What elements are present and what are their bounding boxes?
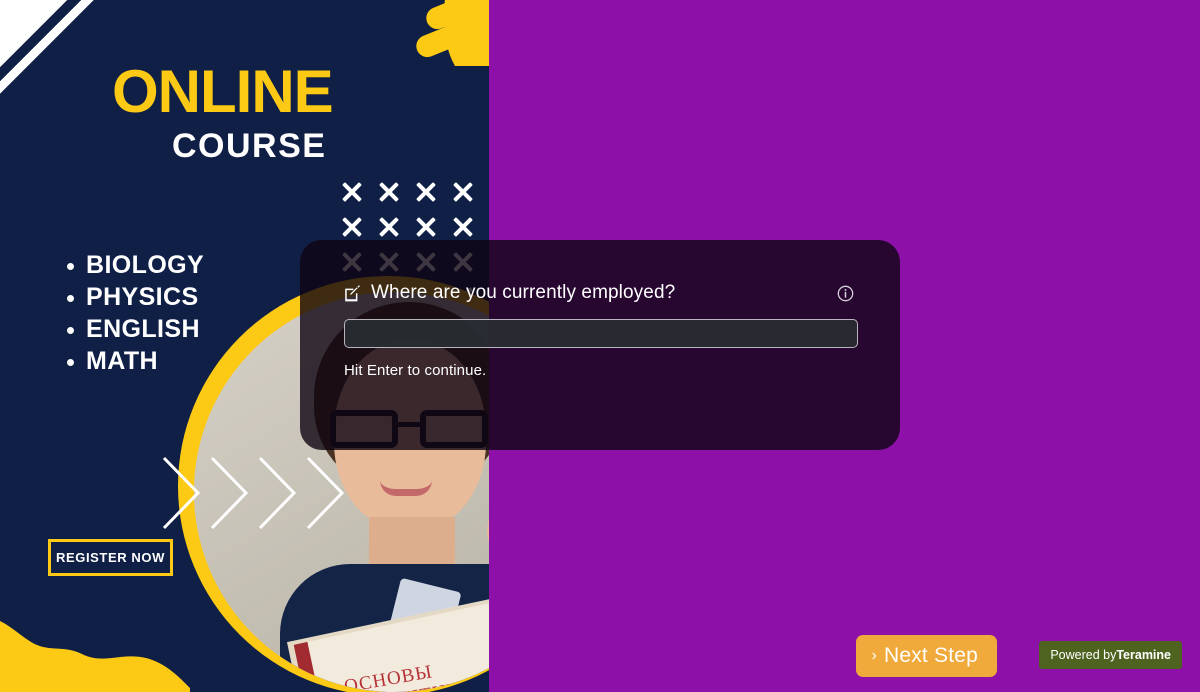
chevron-arrows-decoration xyxy=(162,456,345,530)
hint-text: Hit Enter to continue. xyxy=(344,362,487,379)
subject-list: BIOLOGY PHYSICS ENGLISH MATH xyxy=(64,252,204,380)
question-modal: Where are you currently employed? Hit En… xyxy=(300,240,900,450)
poster-title-online: ONLINE xyxy=(112,58,334,125)
powered-by-brand: Teramine xyxy=(1116,648,1171,662)
yellow-wave-decoration xyxy=(0,621,190,692)
poster-title-course: COURSE xyxy=(172,127,327,165)
next-step-button[interactable]: › Next Step xyxy=(856,635,997,677)
x-mark-icon xyxy=(340,215,362,237)
x-mark-icon xyxy=(451,180,473,202)
x-mark-icon xyxy=(340,180,362,202)
x-mark-icon xyxy=(414,180,436,202)
question-header: Where are you currently employed? xyxy=(344,282,856,304)
answer-input[interactable] xyxy=(344,319,858,348)
x-mark-icon xyxy=(377,215,399,237)
list-item: MATH xyxy=(64,348,204,375)
x-mark-icon xyxy=(451,215,473,237)
chevron-right-icon: › xyxy=(871,647,877,664)
next-step-label: Next Step xyxy=(883,644,978,667)
register-now-button[interactable]: REGISTER NOW xyxy=(48,539,173,576)
list-item: ENGLISH xyxy=(64,316,204,343)
x-mark-icon xyxy=(377,180,399,202)
powered-by-prefix: Powered by xyxy=(1050,648,1117,662)
powered-by-badge[interactable]: Powered by Teramine xyxy=(1039,641,1182,669)
list-item: PHYSICS xyxy=(64,284,204,311)
list-item: BIOLOGY xyxy=(64,252,204,279)
pointing-hand-icon xyxy=(416,0,489,66)
register-now-label: REGISTER NOW xyxy=(55,550,166,565)
info-circle-icon[interactable] xyxy=(837,285,854,302)
photo-smile xyxy=(380,480,432,496)
x-mark-icon xyxy=(414,215,436,237)
app-stage: ONLINE COURSE BIOLOGY PHYSICS ENGLISH MA… xyxy=(0,0,1200,692)
question-text: Where are you currently employed? xyxy=(371,282,676,303)
book-title: ОСНОВЫ АНАЛИТИЧЕСКОЙ ХИМИИ xyxy=(342,661,489,692)
edit-pencil-icon xyxy=(345,284,360,301)
